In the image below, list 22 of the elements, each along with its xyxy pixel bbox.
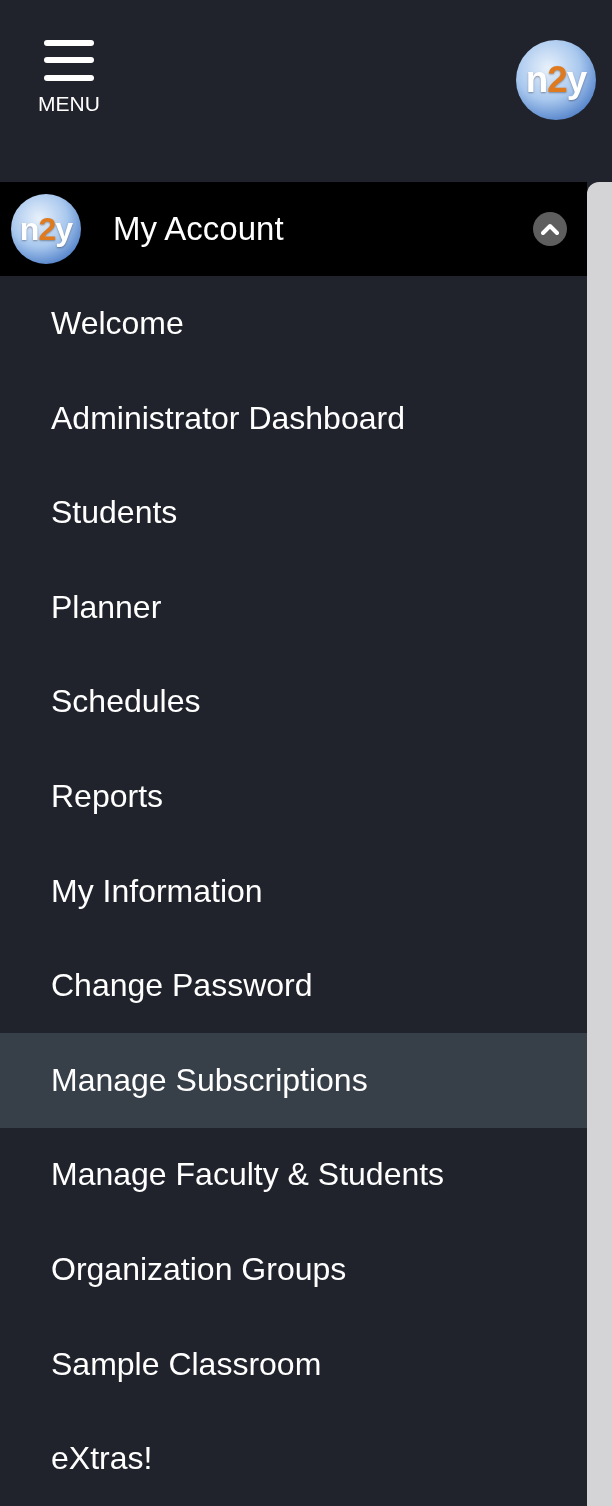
collapse-button[interactable] <box>533 212 567 247</box>
section-header[interactable]: n2y My Account <box>0 182 587 277</box>
menu-icon <box>42 40 95 82</box>
menu-item[interactable]: My Information <box>0 843 587 939</box>
menu-item[interactable]: Administrator Dashboard <box>0 370 587 466</box>
menu-item[interactable]: Change Password <box>0 938 587 1034</box>
menu-item[interactable]: Sample Classroom <box>0 1316 587 1412</box>
chevron-icon <box>541 223 559 236</box>
menu-button[interactable]: MENU <box>38 40 100 116</box>
menu-item[interactable]: Students <box>0 465 587 561</box>
menu-item[interactable]: Reports <box>0 749 587 844</box>
menu-item[interactable]: Organization Groups <box>0 1222 587 1317</box>
menu-item[interactable]: Welcome <box>0 276 587 371</box>
menu-item[interactable]: eXtras! <box>0 1411 587 1506</box>
menu-item[interactable]: Schedules <box>0 654 587 750</box>
menu-item[interactable]: Manage Subscriptions <box>0 1033 587 1128</box>
section-title: My Account <box>113 210 285 249</box>
globe-logo: n2y <box>11 194 81 265</box>
scrollbar[interactable] <box>587 182 612 1506</box>
menu-item[interactable]: Planner <box>0 560 587 655</box>
globe-logo: n2y <box>516 40 596 120</box>
menu-item[interactable]: Manage Faculty & Students <box>0 1127 587 1223</box>
